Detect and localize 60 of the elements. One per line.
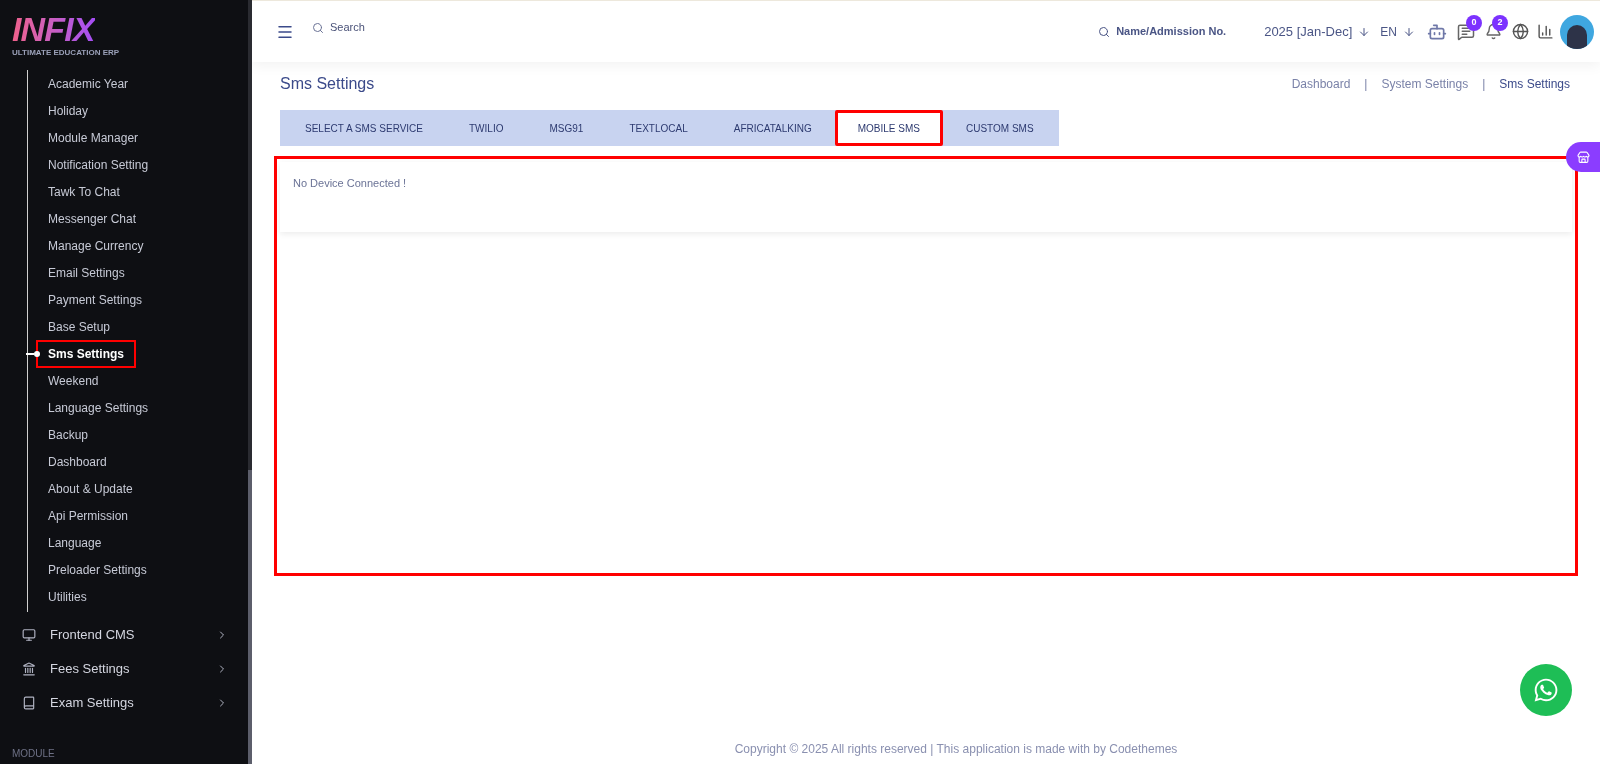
bell-icon[interactable] bbox=[1485, 23, 1502, 40]
monitor-icon bbox=[22, 628, 36, 642]
sidebar-subitem[interactable]: Academic Year bbox=[36, 69, 141, 98]
sidebar-subitem[interactable]: Holiday bbox=[36, 96, 101, 125]
sidebar-subitem[interactable]: Email Settings bbox=[36, 258, 137, 287]
tab[interactable]: MSG91 bbox=[526, 110, 607, 146]
sidebar-subitem[interactable]: About & Update bbox=[36, 474, 145, 503]
sidebar-subitem[interactable]: Messenger Chat bbox=[36, 204, 149, 233]
sidebar-subitem[interactable]: Dashboard bbox=[36, 447, 119, 476]
tab[interactable]: MOBILE SMS bbox=[834, 110, 943, 146]
section-label: MODULE bbox=[12, 747, 55, 761]
message-count-badge: 0 bbox=[1466, 14, 1482, 31]
logo-tagline: ULTIMATE EDUCATION ERP bbox=[12, 48, 120, 58]
sidebar-item[interactable]: Frontend CMS bbox=[0, 618, 252, 652]
arrow-down-icon bbox=[1358, 25, 1371, 38]
breadcrumb-separator: | bbox=[1364, 76, 1368, 93]
search-icon bbox=[1098, 25, 1111, 38]
sidebar-subitem[interactable]: Backup bbox=[36, 420, 101, 449]
breadcrumb-link[interactable]: Sms Settings bbox=[1499, 75, 1570, 93]
sidebar-subitem[interactable]: Utilities bbox=[36, 582, 99, 611]
language-dropdown[interactable]: EN bbox=[1380, 22, 1415, 41]
breadcrumb-separator: | bbox=[1482, 76, 1486, 93]
sidebar-subitem[interactable]: Module Manager bbox=[36, 123, 151, 152]
sidebar-subitem[interactable]: Preloader Settings bbox=[36, 555, 159, 584]
book-icon bbox=[22, 696, 36, 710]
chart-icon[interactable] bbox=[1537, 23, 1554, 40]
sidebar-subitem[interactable]: Weekend bbox=[36, 366, 111, 395]
bank-icon bbox=[22, 662, 36, 676]
tab[interactable]: TWILIO bbox=[446, 110, 527, 146]
tab[interactable]: AFRICATALKING bbox=[710, 110, 835, 146]
breadcrumb-link[interactable]: Dashboard bbox=[1291, 75, 1351, 93]
sidebar-subitem[interactable]: Sms Settings bbox=[36, 339, 137, 368]
store-button[interactable] bbox=[1566, 142, 1600, 172]
sidebar-subitem[interactable]: Tawk To Chat bbox=[36, 177, 132, 206]
sidebar-item[interactable]: Fees Settings bbox=[0, 652, 252, 686]
sidebar-subitem[interactable]: Base Setup bbox=[36, 312, 123, 341]
sidebar-subitem[interactable]: Language Settings bbox=[36, 393, 161, 422]
sidebar-item[interactable]: Exam Settings bbox=[0, 686, 252, 720]
sidebar-subitem[interactable]: Language bbox=[36, 528, 114, 557]
student-search-field[interactable]: Name/Admission No. bbox=[1116, 23, 1247, 40]
sidebar-subitem[interactable]: Notification Setting bbox=[36, 150, 161, 179]
store-icon bbox=[1576, 150, 1590, 164]
notification-count-badge: 2 bbox=[1492, 15, 1508, 31]
avatar[interactable] bbox=[1560, 14, 1594, 49]
search-field[interactable]: Search bbox=[330, 19, 450, 36]
sidebar-subitem[interactable]: Payment Settings bbox=[36, 285, 155, 314]
sidebar-subitem[interactable]: Manage Currency bbox=[36, 231, 156, 260]
breadcrumb-link[interactable]: System Settings bbox=[1381, 75, 1469, 93]
session-dropdown[interactable]: 2025 [Jan-Dec] bbox=[1264, 21, 1371, 42]
search-icon bbox=[312, 21, 324, 34]
sidebar-subitem[interactable]: Api Permission bbox=[36, 501, 141, 530]
tab[interactable]: SELECT A SMS SERVICE bbox=[282, 110, 446, 146]
footer-text: Copyright © 2025 All rights reserved | This application is made with by Codethemes bbox=[733, 741, 1179, 758]
page-title: Sms Settings bbox=[280, 74, 375, 94]
arrow-down-icon bbox=[1403, 25, 1415, 38]
tab[interactable]: CUSTOM SMS bbox=[942, 110, 1057, 146]
tab[interactable]: TEXTLOCAL bbox=[606, 110, 711, 146]
globe-icon[interactable] bbox=[1512, 23, 1529, 40]
whatsapp-icon bbox=[1533, 677, 1559, 703]
status-message: No Device Connected ! bbox=[293, 176, 408, 191]
